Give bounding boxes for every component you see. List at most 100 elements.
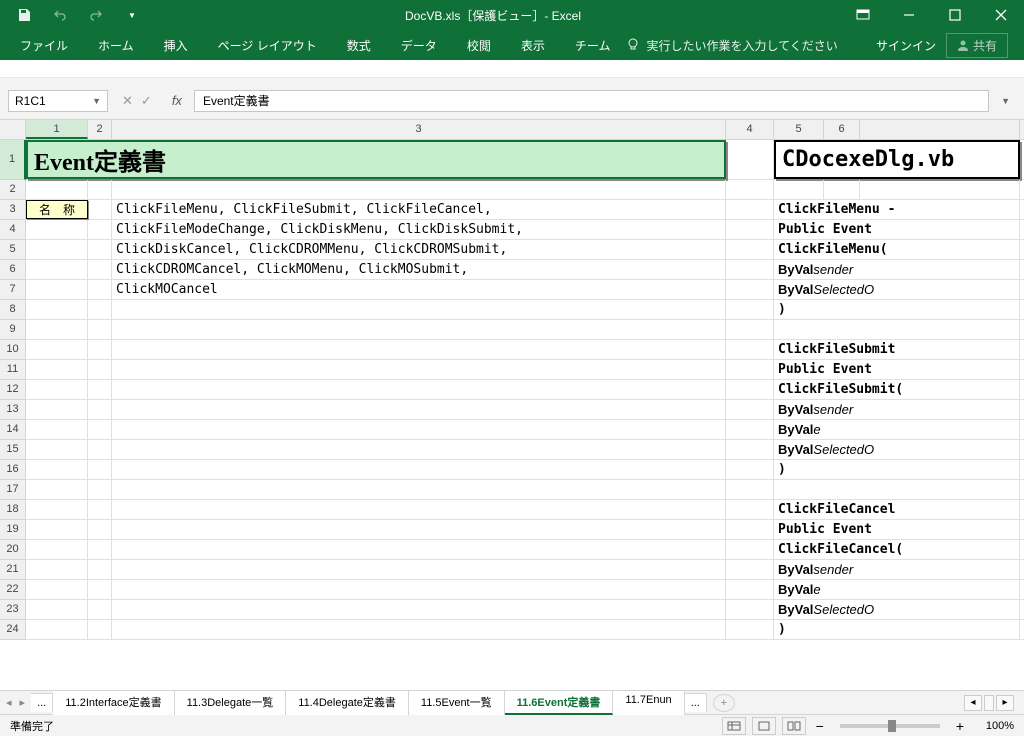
cell[interactable] — [88, 220, 112, 239]
cell[interactable] — [26, 620, 88, 639]
hscroll-track[interactable] — [984, 695, 994, 711]
cell[interactable] — [26, 540, 88, 559]
cell[interactable] — [88, 280, 112, 299]
cell[interactable] — [726, 440, 774, 459]
tab-scroll-first-icon[interactable]: ◂ — [6, 696, 12, 709]
cell[interactable] — [112, 340, 726, 359]
cell[interactable] — [26, 300, 88, 319]
cell[interactable]: ClickFileSubmit — [774, 340, 1020, 359]
cell[interactable] — [112, 180, 726, 199]
row-header[interactable]: 23 — [0, 600, 26, 620]
cell[interactable] — [88, 180, 112, 199]
column-header[interactable]: 4 — [726, 120, 774, 139]
cell[interactable]: ClickFileMenu( — [774, 240, 1020, 259]
row-header[interactable]: 17 — [0, 480, 26, 500]
cell[interactable] — [112, 380, 726, 399]
worksheet[interactable]: 123456 123456789101112131415161718192021… — [0, 120, 1024, 690]
cell[interactable] — [26, 560, 88, 579]
cell[interactable] — [26, 240, 88, 259]
tab-formulas[interactable]: 数式 — [333, 31, 385, 60]
cell[interactable] — [726, 600, 774, 619]
row-header[interactable]: 1 — [0, 140, 26, 180]
cell[interactable]: ByVal sender — [774, 560, 1020, 579]
cell[interactable] — [88, 520, 112, 539]
cell[interactable] — [88, 580, 112, 599]
cancel-formula-icon[interactable]: ✕ — [122, 93, 133, 109]
cell[interactable]: ) — [774, 460, 1020, 479]
tab-more-left[interactable]: ... — [31, 693, 53, 712]
cell[interactable] — [112, 300, 726, 319]
row-header[interactable]: 11 — [0, 360, 26, 380]
row-header[interactable]: 20 — [0, 540, 26, 560]
tab-more-right[interactable]: ... — [685, 693, 707, 712]
qat-dropdown-icon[interactable]: ▼ — [118, 1, 146, 29]
column-header[interactable]: 2 — [88, 120, 112, 139]
cell[interactable] — [26, 440, 88, 459]
close-button[interactable] — [978, 0, 1024, 30]
enter-formula-icon[interactable]: ✓ — [141, 93, 152, 109]
select-all-corner[interactable] — [0, 120, 26, 139]
new-sheet-button[interactable]: + — [713, 694, 735, 712]
cell[interactable] — [88, 400, 112, 419]
cell[interactable]: ByVal e — [774, 580, 1020, 599]
cell[interactable] — [726, 540, 774, 559]
cell[interactable]: ClickMOCancel — [112, 280, 726, 299]
sheet-tab[interactable]: 11.2Interface定義書 — [53, 690, 174, 715]
cell[interactable] — [774, 480, 1020, 499]
sheet-tab[interactable]: 11.7Enun — [613, 690, 684, 715]
cell[interactable]: Public Event — [774, 360, 1020, 379]
cell[interactable]: ) — [774, 300, 1020, 319]
minimize-button[interactable] — [886, 0, 932, 30]
row-header[interactable]: 13 — [0, 400, 26, 420]
tab-scroll-prev-icon[interactable]: ▸ — [20, 696, 26, 709]
cell[interactable] — [860, 180, 1020, 199]
cell[interactable] — [726, 200, 774, 219]
cell[interactable]: Public Event — [774, 520, 1020, 539]
row-header[interactable]: 8 — [0, 300, 26, 320]
share-button[interactable]: 共有 — [946, 33, 1008, 58]
cell[interactable] — [726, 560, 774, 579]
row-header[interactable]: 16 — [0, 460, 26, 480]
cell[interactable] — [26, 480, 88, 499]
row-header[interactable]: 15 — [0, 440, 26, 460]
cell[interactable]: ByVal SelectedO — [774, 440, 1020, 459]
cell[interactable] — [26, 520, 88, 539]
column-header[interactable] — [860, 120, 1020, 139]
cell-label-name[interactable]: 名 称 — [26, 200, 88, 219]
fx-icon[interactable]: fx — [166, 93, 188, 108]
formula-input[interactable]: Event定義書 — [194, 90, 989, 112]
row-header[interactable]: 21 — [0, 560, 26, 580]
row-header[interactable]: 7 — [0, 280, 26, 300]
cell[interactable]: ByVal SelectedO — [774, 280, 1020, 299]
zoom-in-button[interactable]: + — [952, 718, 968, 734]
name-box[interactable]: R1C1 ▼ — [8, 90, 108, 112]
hscroll-right-icon[interactable]: ▸ — [996, 695, 1014, 711]
cell[interactable] — [112, 420, 726, 439]
cell[interactable]: ClickDiskCancel, ClickCDROMMenu, ClickCD… — [112, 240, 726, 259]
cell[interactable] — [112, 400, 726, 419]
row-header[interactable]: 3 — [0, 200, 26, 220]
cell[interactable] — [26, 360, 88, 379]
row-header[interactable]: 10 — [0, 340, 26, 360]
tell-me-search[interactable]: 実行したい作業を入力してください — [626, 37, 837, 54]
cell[interactable] — [112, 600, 726, 619]
sheet-tab[interactable]: 11.5Event一覧 — [409, 690, 505, 715]
row-header[interactable]: 14 — [0, 420, 26, 440]
cell[interactable] — [726, 280, 774, 299]
hscroll-left-icon[interactable]: ◂ — [964, 695, 982, 711]
tab-data[interactable]: データ — [387, 31, 451, 60]
row-header[interactable]: 9 — [0, 320, 26, 340]
sheet-tab[interactable]: 11.3Delegate一覧 — [175, 690, 287, 715]
cell[interactable] — [26, 380, 88, 399]
cell[interactable] — [88, 460, 112, 479]
maximize-button[interactable] — [932, 0, 978, 30]
cell[interactable] — [26, 260, 88, 279]
cell[interactable] — [726, 500, 774, 519]
cell[interactable] — [726, 580, 774, 599]
signin-link[interactable]: サインイン — [876, 37, 936, 54]
tab-insert[interactable]: 挿入 — [150, 31, 202, 60]
cell[interactable] — [726, 340, 774, 359]
cell[interactable] — [726, 300, 774, 319]
cell[interactable] — [88, 620, 112, 639]
cell[interactable] — [26, 600, 88, 619]
